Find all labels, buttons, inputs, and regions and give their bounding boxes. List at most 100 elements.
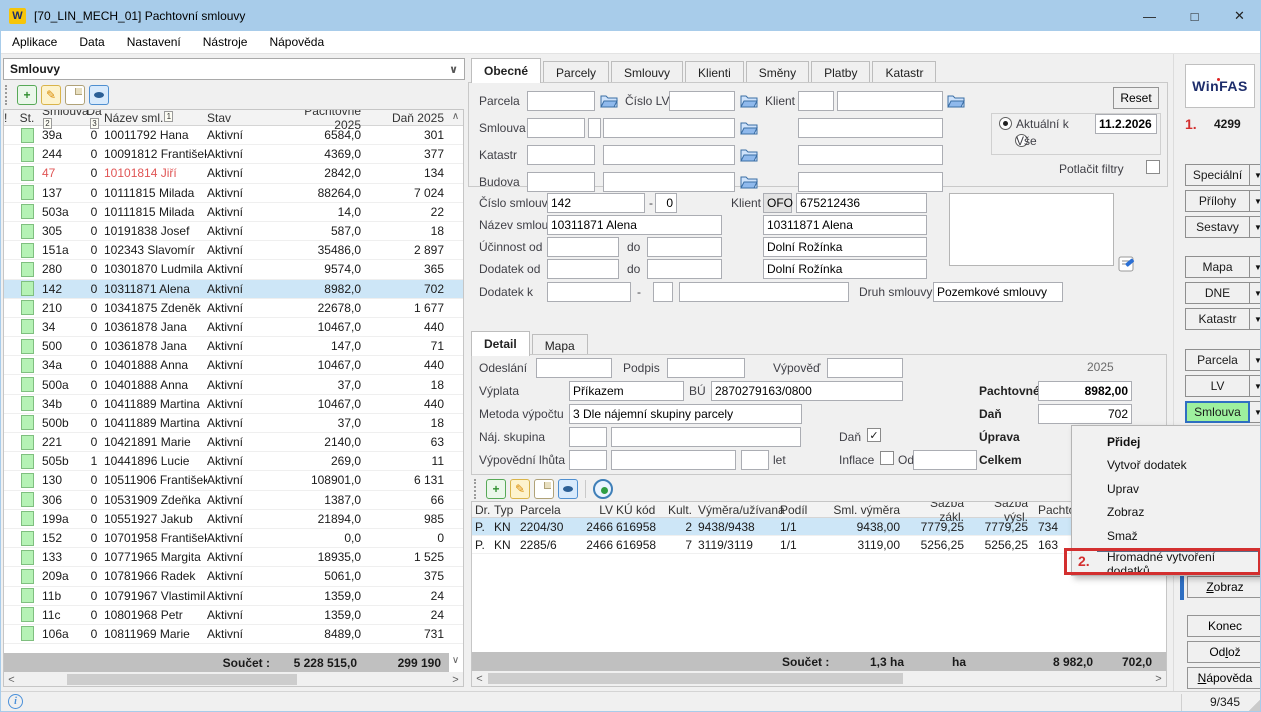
hscroll-thumb[interactable]	[67, 674, 297, 685]
klient-name-field[interactable]	[763, 215, 927, 235]
folder-icon[interactable]	[740, 120, 758, 135]
contract-row[interactable]: 151a 0 102343 Slavomír Aktivní 35486,0 2…	[4, 241, 463, 260]
tab-smlouvy[interactable]: Smlouvy	[611, 61, 683, 83]
parcela-button[interactable]: Parcela▼	[1185, 349, 1261, 371]
folder-icon[interactable]	[740, 93, 758, 108]
contract-row[interactable]: 199a 0 10551927 Jakub Aktivní 21894,0 98…	[4, 510, 463, 529]
contract-row[interactable]: 500b 0 10411889 Martina Aktivní 37,0 18	[4, 414, 463, 433]
dodatek-k-suffix-input[interactable]	[653, 282, 673, 302]
menu-data[interactable]: Data	[68, 32, 115, 52]
contract-row[interactable]: 47 0 10101814 Jiří Aktivní 2842,0 134	[4, 164, 463, 183]
col-header-nazev[interactable]: Název sml.1	[104, 111, 207, 125]
tab-klienti[interactable]: Klienti	[685, 61, 744, 83]
col-header-dan[interactable]: Daň 2025	[365, 111, 450, 125]
add-icon[interactable]: +	[486, 479, 506, 499]
folder-icon[interactable]	[740, 147, 758, 162]
smlouva-extra-input[interactable]	[798, 118, 943, 138]
tab-parcely[interactable]: Parcely	[543, 61, 609, 83]
notes-box[interactable]	[949, 193, 1114, 266]
close-button[interactable]: ✕	[1217, 1, 1261, 31]
inflace-od-input[interactable]	[913, 450, 977, 470]
contract-row[interactable]: 221 0 10421891 Marie Aktivní 2140,0 63	[4, 433, 463, 452]
contract-row[interactable]: 34a 0 10401888 Anna Aktivní 10467,0 440	[4, 356, 463, 375]
tab-detail[interactable]: Detail	[471, 331, 530, 356]
lv-button[interactable]: LV▼	[1185, 375, 1261, 397]
dropdown-arrow-icon[interactable]: ▼	[1250, 216, 1261, 238]
scroll-up-icon[interactable]: ∧	[448, 110, 463, 124]
naj-skupina-input[interactable]	[569, 427, 607, 447]
inflace-checkbox[interactable]	[880, 451, 894, 465]
toolbar-grip[interactable]	[474, 479, 478, 499]
col-sml-vymera[interactable]: Sml. výměra	[818, 503, 904, 517]
dne-button[interactable]: DNE▼	[1185, 282, 1261, 304]
dodatek-do-input[interactable]	[647, 259, 722, 279]
ucinnost-do-input[interactable]	[647, 237, 722, 257]
scroll-left-icon[interactable]: <	[4, 674, 19, 686]
napoveda-button[interactable]: Nápověda	[1187, 667, 1261, 689]
info-icon[interactable]: i	[8, 694, 23, 709]
odloz-button[interactable]: Odlož	[1187, 641, 1261, 663]
adresa2-field[interactable]	[763, 259, 927, 279]
contract-row[interactable]: 133 0 10771965 Margita Aktivní 18935,0 1…	[4, 548, 463, 567]
katastr-name-input[interactable]	[603, 145, 735, 165]
edit-icon[interactable]: ✎	[41, 85, 61, 105]
contract-row[interactable]: 500 0 10361878 Jana Aktivní 147,0 71	[4, 337, 463, 356]
col-header-stav[interactable]: Stav	[207, 111, 275, 125]
col-lv[interactable]: LV	[576, 503, 616, 517]
tab-smeny[interactable]: Směny	[746, 61, 809, 83]
add-icon[interactable]: +	[17, 85, 37, 105]
folder-icon[interactable]	[947, 93, 965, 108]
dropdown-arrow-icon[interactable]: ▼	[1250, 349, 1261, 371]
budova-name-input[interactable]	[603, 172, 735, 192]
cislo-smlouvy-input[interactable]	[547, 193, 645, 213]
contract-row[interactable]: 305 0 10191838 Josef Aktivní 587,0 18	[4, 222, 463, 241]
contract-row[interactable]: 505b 1 10441896 Lucie Aktivní 269,0 11	[4, 452, 463, 471]
contract-row[interactable]: 34 0 10361878 Jana Aktivní 10467,0 440	[4, 318, 463, 337]
copy-icon[interactable]	[65, 85, 85, 105]
lhuta-roky-input[interactable]	[741, 450, 769, 470]
col-dr[interactable]: Dr.	[472, 503, 494, 517]
pachtovne-input[interactable]	[1038, 381, 1132, 401]
scroll-down-icon[interactable]: ∨	[448, 654, 463, 668]
contract-row[interactable]: 210 0 10341875 Zdeněk Aktivní 22678,0 1 …	[4, 299, 463, 318]
tab-platby[interactable]: Platby	[811, 61, 870, 83]
contract-row[interactable]: 306 0 10531909 Zdeňka Aktivní 1387,0 66	[4, 491, 463, 510]
col-header-st[interactable]: St.	[14, 111, 40, 125]
smlouva-button[interactable]: Smlouva▼	[1185, 401, 1261, 423]
klient-id-input[interactable]	[796, 193, 927, 213]
col-kult[interactable]: Kult.	[666, 503, 694, 517]
menu-zobraz[interactable]: Zobraz	[1072, 501, 1261, 525]
menu-uprav[interactable]: Uprav	[1072, 477, 1261, 501]
contract-row[interactable]: 209a 0 10781966 Radek Aktivní 5061,0 375	[4, 567, 463, 586]
dan-checkbox[interactable]: ✓	[867, 428, 881, 442]
menu-nastaveni[interactable]: Nastavení	[116, 32, 192, 52]
lhuta-input[interactable]	[569, 450, 607, 470]
mapa-button[interactable]: Mapa▼	[1185, 256, 1261, 278]
dan-input[interactable]	[1038, 404, 1132, 424]
smlouva-name-input[interactable]	[603, 118, 735, 138]
scroll-right-icon[interactable]: >	[448, 674, 463, 686]
folder-icon[interactable]	[740, 174, 758, 189]
menu-smaz[interactable]: Smaž	[1072, 524, 1261, 548]
map-globe-icon[interactable]	[593, 479, 613, 499]
dodatek-k-input[interactable]	[547, 282, 631, 302]
lhuta-name-input[interactable]	[611, 450, 736, 470]
scroll-left-icon[interactable]: <	[472, 673, 487, 685]
sestavy-button[interactable]: Sestavy▼	[1185, 216, 1261, 238]
smlouva-filter-input[interactable]	[527, 118, 585, 138]
menu-pridej[interactable]: Přidej	[1072, 430, 1261, 454]
katastr-extra-input[interactable]	[798, 145, 943, 165]
date-input[interactable]	[1095, 114, 1157, 134]
dodatek-k-name-input[interactable]	[679, 282, 849, 302]
dropdown-arrow-icon[interactable]: ▼	[1250, 282, 1261, 304]
edit-icon[interactable]: ✎	[510, 479, 530, 499]
contract-row[interactable]: 11c 0 10801968 Petr Aktivní 1359,0 24	[4, 606, 463, 625]
folder-icon[interactable]	[600, 93, 618, 108]
zobraz-button[interactable]: Zobraz	[1187, 576, 1261, 598]
druh-smlouvy-select[interactable]: Pozemkové smlouvy	[933, 282, 1063, 302]
parcels-hscrollbar[interactable]: < >	[472, 671, 1166, 686]
konec-button[interactable]: Konec	[1187, 615, 1261, 637]
naj-skupina-name-input[interactable]	[611, 427, 801, 447]
view-icon[interactable]	[558, 479, 578, 499]
vyplata-input[interactable]	[569, 381, 684, 401]
